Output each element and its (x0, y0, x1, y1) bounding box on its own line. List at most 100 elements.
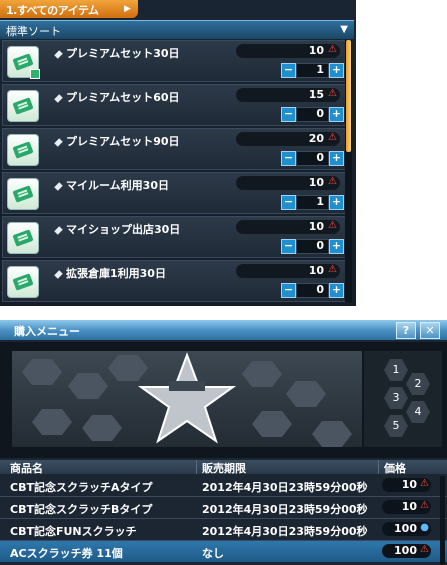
banner-slot-3[interactable]: 3 (384, 387, 408, 409)
quantity-field[interactable]: 1 (296, 63, 329, 78)
banner-slot-2[interactable]: 2 (406, 373, 430, 395)
quantity-increment-button[interactable]: + (329, 63, 344, 78)
column-header-name[interactable]: 商品名 (10, 460, 43, 476)
list-item[interactable]: プレミアムセット90日 20 ⚠ − 0 + (2, 128, 346, 170)
triangle-warning-icon: ⚠ (328, 176, 337, 187)
banner-slot-4[interactable]: 4 (406, 401, 430, 423)
category-tab-all-items[interactable]: 1.すべてのアイテム ▶ (0, 0, 138, 18)
banner-slot-1[interactable]: 1 (384, 359, 408, 381)
tab-arrow-icon: ▶ (124, 4, 131, 14)
banner-slot-5[interactable]: 5 (384, 415, 408, 437)
product-name: CBT記念スクラッチAタイプ (10, 481, 153, 494)
price-field: 10 ⚠ (236, 176, 340, 190)
price-value: 10 (308, 44, 324, 57)
quantity-decrement-button[interactable]: − (281, 239, 296, 254)
window-title: 購入メニュー (14, 325, 80, 338)
quantity-field[interactable]: 0 (296, 107, 329, 122)
item-name: プレミアムセット90日 (54, 133, 180, 149)
ticket-icon (7, 134, 39, 166)
banner-selector: 1 2 3 4 5 (364, 351, 442, 447)
triangle-warning-icon: ⚠ (328, 264, 337, 275)
scrollbar[interactable] (440, 476, 445, 565)
tag-icon (54, 181, 63, 191)
ticket-icon (7, 178, 39, 210)
fun-coin-icon: ● (420, 522, 429, 533)
column-header-period[interactable]: 販売期限 (202, 460, 246, 476)
chevron-down-icon: ▼ (340, 24, 348, 35)
quantity-increment-button[interactable]: + (329, 151, 344, 166)
item-name: プレミアムセット30日 (54, 45, 180, 61)
table-row[interactable]: CBT記念FUNスクラッチ 2012年4月30日23時59分00秒 100 ● (0, 519, 447, 540)
purchase-menu-window: 購入メニュー ? ✕ 1 2 3 4 5 商品名 販売期限 価格 CBT記念スク… (0, 320, 447, 565)
table-row[interactable]: CBT記念スクラッチBタイプ 2012年4月30日23時59分00秒 10 ⚠ (0, 497, 447, 518)
price-field: 100 ● (382, 522, 431, 536)
badge-icon (30, 69, 40, 79)
price-field: 10 ⚠ (382, 478, 431, 492)
price-field: 10 ⚠ (382, 500, 431, 514)
triangle-warning-icon: ⚠ (328, 88, 337, 99)
list-item[interactable]: マイショップ出店30日 10 ⚠ − 0 + (2, 216, 346, 258)
quantity-field[interactable]: 0 (296, 151, 329, 166)
quantity-decrement-button[interactable]: − (281, 195, 296, 210)
tag-icon (54, 137, 63, 147)
ticket-icon (7, 266, 39, 298)
sort-dropdown-label: 標準ソート (6, 25, 61, 38)
list-item[interactable]: 拡張倉庫1利用30日 10 ⚠ − 0 + (2, 260, 346, 302)
price-value: 10 (308, 220, 324, 233)
ticket-icon (7, 90, 39, 122)
price-field: 20 ⚠ (236, 132, 340, 146)
triangle-warning-icon: ⚠ (420, 500, 429, 511)
sale-period: 2012年4月30日23時59分00秒 (202, 481, 368, 494)
quantity-decrement-button[interactable]: − (281, 63, 296, 78)
sale-period: 2012年4月30日23時59分00秒 (202, 503, 368, 516)
quantity-field[interactable]: 1 (296, 195, 329, 210)
table-row-selected[interactable]: ACスクラッチ券 11個 なし 100 ⚠ (0, 541, 447, 562)
price-field: 100 ⚠ (382, 544, 431, 558)
quantity-decrement-button[interactable]: − (281, 151, 296, 166)
price-value: 10 (308, 264, 324, 277)
price-field: 15 ⚠ (236, 88, 340, 102)
item-name: マイショップ出店30日 (54, 221, 180, 237)
ticket-icon (7, 222, 39, 254)
price-field: 10 ⚠ (236, 264, 340, 278)
triangle-warning-icon: ⚠ (328, 132, 337, 143)
list-item[interactable]: プレミアムセット30日 10 ⚠ − 1 + (2, 40, 346, 82)
quantity-increment-button[interactable]: + (329, 239, 344, 254)
quantity-field[interactable]: 0 (296, 239, 329, 254)
table-header: 商品名 販売期限 価格 (0, 460, 447, 476)
quantity-increment-button[interactable]: + (329, 195, 344, 210)
price-value: 15 (308, 88, 324, 101)
sort-dropdown[interactable]: 標準ソート ▼ (0, 20, 354, 39)
triangle-warning-icon: ⚠ (328, 44, 337, 55)
sale-period: 2012年4月30日23時59分00秒 (202, 525, 368, 538)
scratch-banner[interactable] (12, 351, 362, 447)
quantity-increment-button[interactable]: + (329, 107, 344, 122)
item-name: マイルーム利用30日 (54, 177, 169, 193)
quantity-decrement-button[interactable]: − (281, 283, 296, 298)
product-name: CBT記念スクラッチBタイプ (10, 503, 153, 516)
item-list: プレミアムセット30日 10 ⚠ − 1 + プレミアムセット60日 15 ⚠ − … (0, 40, 346, 306)
category-tab-label: 1.すべてのアイテム (6, 4, 99, 17)
quantity-field[interactable]: 0 (296, 283, 329, 298)
close-button[interactable]: ✕ (420, 322, 440, 339)
price-value: 20 (308, 132, 324, 145)
help-button[interactable]: ? (396, 322, 416, 339)
quantity-increment-button[interactable]: + (329, 283, 344, 298)
ticket-icon (7, 46, 40, 79)
price-field: 10 ⚠ (236, 220, 340, 234)
sale-period: なし (202, 547, 224, 560)
scrollbar[interactable] (345, 40, 352, 302)
list-item[interactable]: マイルーム利用30日 10 ⚠ − 1 + (2, 172, 346, 214)
quantity-decrement-button[interactable]: − (281, 107, 296, 122)
tag-icon (54, 225, 63, 235)
triangle-warning-icon: ⚠ (420, 478, 429, 489)
scrollbar-thumb[interactable] (346, 40, 351, 152)
column-header-price[interactable]: 価格 (384, 460, 406, 476)
window-title-bar[interactable]: 購入メニュー ? ✕ (0, 320, 447, 340)
list-item[interactable]: プレミアムセット60日 15 ⚠ − 0 + (2, 84, 346, 126)
tag-icon (54, 49, 63, 59)
tag-icon (54, 269, 63, 279)
star-emblem-icon (137, 352, 237, 444)
table-row[interactable]: CBT記念スクラッチAタイプ 2012年4月30日23時59分00秒 10 ⚠ (0, 475, 447, 496)
item-name: 拡張倉庫1利用30日 (54, 265, 166, 281)
